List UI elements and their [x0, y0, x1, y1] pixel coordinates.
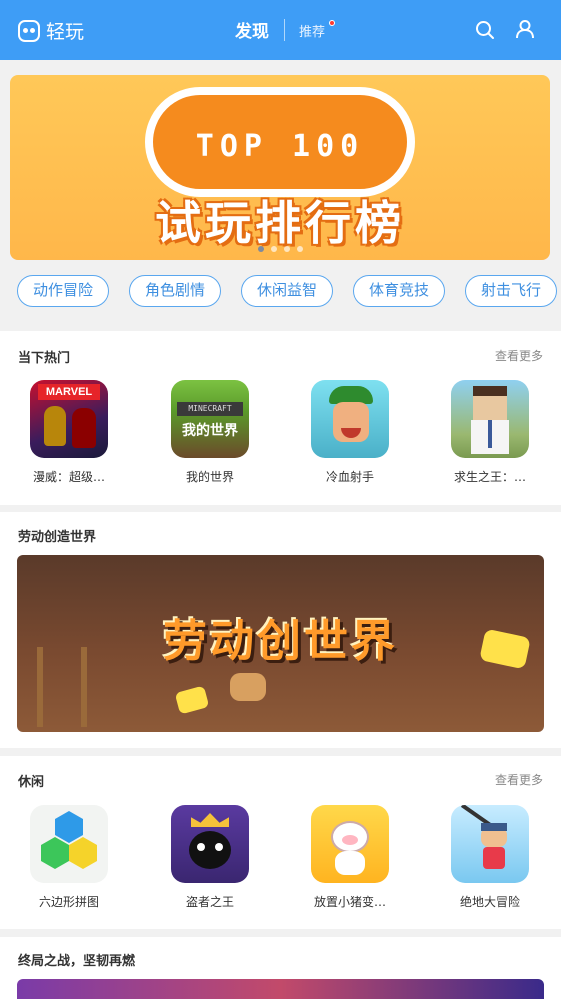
game-name: 六边形拼图 — [38, 895, 99, 909]
see-more-link[interactable]: 查看更多 — [495, 771, 543, 788]
tab-divider — [284, 19, 285, 41]
survival-game-icon — [451, 380, 529, 458]
category-chips: 动作冒险 角色剧情 休闲益智 体育竞技 射击飞行 — [0, 275, 561, 311]
game-item[interactable]: 六边形拼图 — [14, 805, 124, 910]
minecraft-game-icon: MINECRAFT 我的世界 — [171, 380, 249, 458]
gamepad-logo-icon — [18, 19, 40, 42]
labor-feature-banner[interactable]: 劳动创世界 — [17, 555, 544, 732]
notification-dot — [329, 20, 335, 26]
game-name: 冷血射手 — [325, 470, 374, 484]
game-name: 盗者之王 — [185, 895, 234, 909]
hexagon-puzzle-icon — [30, 805, 108, 883]
game-item[interactable]: 冷血射手 — [295, 380, 405, 485]
section-title: 当下热门 — [18, 351, 71, 366]
user-icon[interactable] — [515, 19, 535, 39]
search-icon[interactable] — [475, 20, 495, 40]
banner-pager — [258, 246, 303, 252]
endgame-feature-banner[interactable] — [17, 979, 544, 999]
pager-dot[interactable] — [271, 246, 277, 252]
chip-rpg[interactable]: 角色剧情 — [129, 275, 221, 307]
game-name: 绝地大冒险 — [459, 895, 520, 909]
chip-sports[interactable]: 体育竞技 — [353, 275, 445, 307]
see-more-link[interactable]: 查看更多 — [495, 347, 543, 364]
banner-top-text: TOP 100 — [195, 129, 365, 164]
section-hot: 当下热门 查看更多 MARVEL 漫威：超级… MINECRAFT 我的世界 我… — [0, 331, 561, 505]
marvel-game-icon: MARVEL — [30, 380, 108, 458]
section-labor: 劳动创造世界 劳动创世界 — [0, 512, 561, 748]
game-item[interactable]: 盗者之王 — [155, 805, 265, 910]
app-logo[interactable]: 轻玩 — [18, 17, 84, 44]
pig-game-icon — [311, 805, 389, 883]
game-name: 漫威：超级… — [32, 470, 105, 484]
banner-title: 试玩排行榜 — [155, 196, 405, 250]
game-name: 我的世界 — [185, 470, 234, 484]
thief-king-icon — [171, 805, 249, 883]
tab-discover[interactable]: 发现 — [235, 17, 269, 42]
labor-banner-title: 劳动创世界 — [163, 616, 398, 667]
section-title: 休闲 — [18, 775, 45, 790]
section-title: 终局之战，坚韧再燃 — [18, 954, 136, 969]
archer-game-icon — [311, 380, 389, 458]
adventure-game-icon — [451, 805, 529, 883]
chip-shooting[interactable]: 射击飞行 — [465, 275, 557, 307]
game-item[interactable]: MARVEL 漫威：超级… — [14, 380, 124, 485]
tab-recommend[interactable]: 推荐 — [299, 21, 325, 40]
app-name: 轻玩 — [46, 21, 85, 43]
pager-dot[interactable] — [284, 246, 290, 252]
pager-dot[interactable] — [258, 246, 264, 252]
section-casual: 休闲 查看更多 六边形拼图 盗者之王 放置小猪变… 绝地大冒险 — [0, 756, 561, 929]
chip-action[interactable]: 动作冒险 — [17, 275, 109, 307]
game-item[interactable]: 求生之王：… — [435, 380, 545, 485]
section-title: 劳动创造世界 — [18, 530, 97, 545]
game-name: 放置小猪变… — [313, 895, 386, 909]
game-name: 求生之王：… — [453, 470, 526, 484]
pager-dot[interactable] — [297, 246, 303, 252]
top-bar: 轻玩 发现 推荐 — [0, 0, 561, 60]
game-item[interactable]: 绝地大冒险 — [435, 805, 545, 910]
chip-casual[interactable]: 休闲益智 — [241, 275, 333, 307]
top-banner[interactable]: TOP 100 试玩排行榜 — [10, 75, 550, 260]
game-item[interactable]: 放置小猪变… — [295, 805, 405, 910]
game-item[interactable]: MINECRAFT 我的世界 我的世界 — [155, 380, 265, 485]
